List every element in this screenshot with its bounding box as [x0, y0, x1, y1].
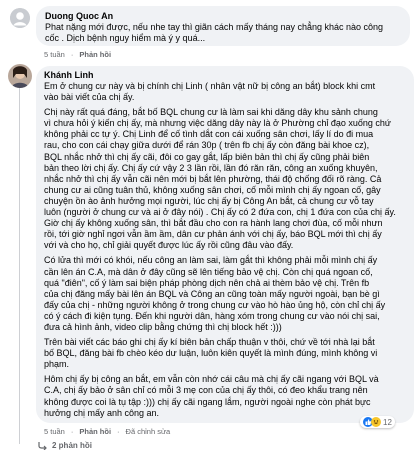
avatar[interactable]: [10, 8, 30, 28]
view-replies-link[interactable]: 2 phản hồi: [38, 441, 92, 450]
comment-actions: 5 tuần · Phản hồi: [44, 50, 111, 59]
comment-paragraph: Chị này rất quá đáng, bắt bố BQL chung c…: [44, 107, 396, 251]
profile-photo-icon: [8, 64, 32, 88]
comment-paragraph: Hôm chị ấy bị công an bắt, em vẫn còn nh…: [44, 374, 379, 418]
replies-count: 2 phản hồi: [52, 441, 92, 450]
comment-actions: 5 tuần · Phản hồi · Đã chỉnh sửa: [44, 427, 170, 436]
comment-author[interactable]: Khánh Linh: [44, 70, 406, 81]
comment-paragraph: Em ở chung cư này và bị chính chị Linh (…: [44, 81, 376, 103]
reaction-count: 12: [383, 417, 392, 427]
haha-reaction-icon: [371, 417, 381, 427]
edited-label: Đã chỉnh sửa: [125, 427, 171, 436]
comment-time[interactable]: 5 tuần: [44, 50, 65, 59]
comment-time[interactable]: 5 tuần: [44, 427, 65, 436]
reply-button[interactable]: Phản hồi: [79, 427, 111, 436]
comment-bubble: Duong Quoc An Phat nặng mới được, nếu nh…: [36, 6, 410, 46]
comment-paragraph: Trên bài viết các báo ghi chị ấy kí biên…: [44, 337, 378, 370]
comment-author[interactable]: Duong Quoc An: [45, 11, 401, 22]
avatar[interactable]: [8, 64, 32, 88]
separator-dot: ·: [70, 427, 74, 436]
separator-dot: ·: [117, 427, 120, 436]
default-avatar-icon: [10, 8, 30, 28]
comment-paragraph: Có lửa thì mới có khói, nếu công an làm …: [44, 255, 386, 332]
comment-bubble: Khánh Linh Em ở chung cư này và bị chính…: [36, 66, 414, 423]
reply-button[interactable]: Phản hồi: [79, 50, 111, 59]
thread-line: [19, 64, 20, 444]
reaction-summary[interactable]: 12: [360, 416, 395, 428]
separator-dot: ·: [70, 50, 74, 59]
comment-text: Phat nặng mới được, nếu nhe tay thì giãn…: [45, 22, 384, 44]
reply-arrow-icon: [38, 441, 47, 450]
